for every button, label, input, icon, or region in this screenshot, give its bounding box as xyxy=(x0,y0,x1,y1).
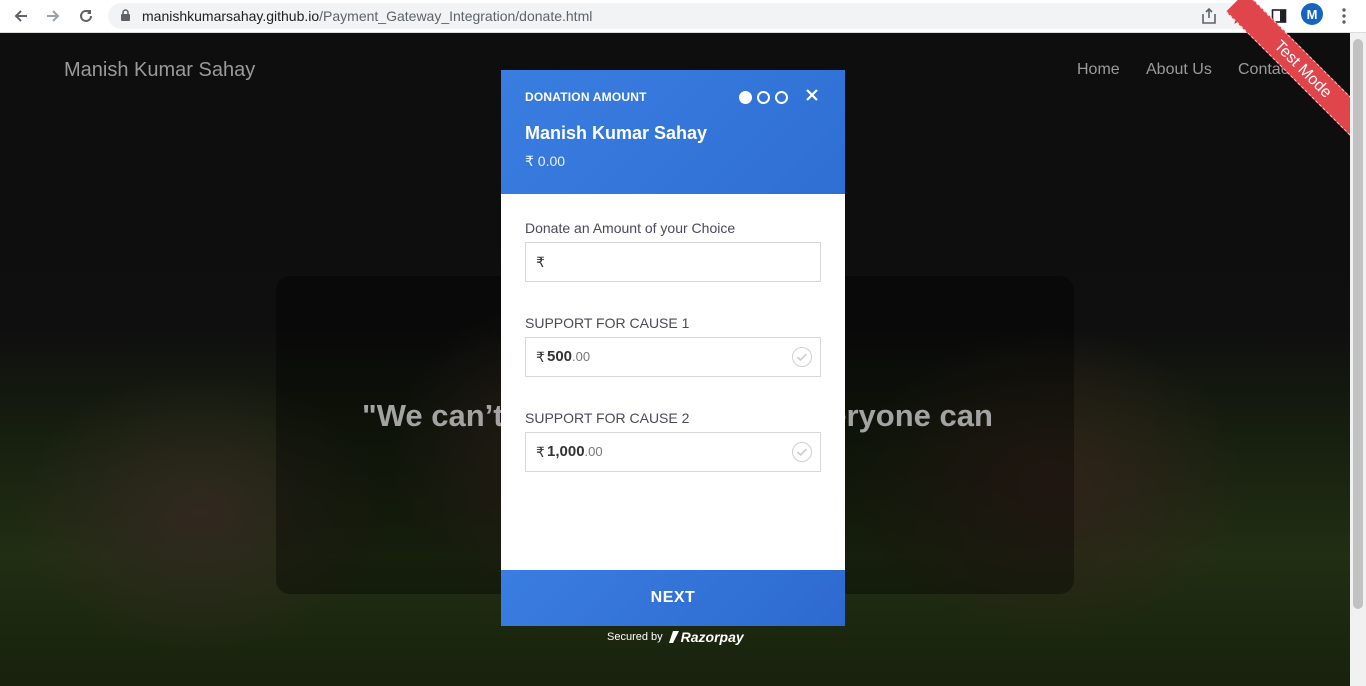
secured-by-text: Secured by xyxy=(607,631,663,643)
cause-1-label: SUPPORT FOR CAUSE 1 xyxy=(525,315,690,331)
step-dot-2 xyxy=(757,91,770,104)
cause-2-label: SUPPORT FOR CAUSE 2 xyxy=(525,410,690,426)
share-icon[interactable] xyxy=(1197,4,1221,28)
cause-2-option[interactable]: ₹ 1,000.00 xyxy=(525,432,821,472)
scroll-thumb[interactable] xyxy=(1353,39,1363,609)
check-icon xyxy=(792,442,812,462)
back-icon[interactable] xyxy=(9,4,33,28)
step-dot-1 xyxy=(739,91,752,104)
step-indicator xyxy=(739,91,788,104)
site-brand[interactable]: Manish Kumar Sahay xyxy=(64,59,255,82)
reload-icon[interactable] xyxy=(74,4,98,28)
secured-by-footer: Secured by Razorpay xyxy=(607,629,744,645)
rupee-symbol: ₹ xyxy=(536,349,545,365)
modal-header: DONATION AMOUNT Manish Kumar Sahay ₹ 0.0… xyxy=(501,70,845,194)
cause-1-option[interactable]: ₹ 500.00 xyxy=(525,337,821,377)
forward-icon[interactable] xyxy=(41,4,65,28)
razorpay-logo-icon xyxy=(668,631,679,643)
cause-2-amount: 1,000.00 xyxy=(547,443,603,460)
profile-avatar[interactable]: M xyxy=(1301,3,1323,25)
page-scrollbar[interactable] xyxy=(1350,33,1366,686)
rupee-symbol: ₹ xyxy=(536,254,545,270)
modal-title: Manish Kumar Sahay xyxy=(525,123,708,143)
nav-home[interactable]: Home xyxy=(1077,61,1120,79)
donation-modal: DONATION AMOUNT Manish Kumar Sahay ₹ 0.0… xyxy=(501,70,845,626)
lock-icon xyxy=(120,9,131,27)
rupee-symbol: ₹ xyxy=(536,444,545,460)
custom-amount-input[interactable] xyxy=(550,243,810,281)
nav-about[interactable]: About Us xyxy=(1146,61,1212,79)
modal-amount: ₹ 0.00 xyxy=(525,153,566,169)
close-icon[interactable] xyxy=(804,87,820,103)
address-bar[interactable]: manishkumarsahay.github.io/Payment_Gatew… xyxy=(108,3,1258,29)
url-text: manishkumarsahay.github.io/Payment_Gatew… xyxy=(142,8,593,24)
check-icon xyxy=(792,347,812,367)
browser-toolbar: manishkumarsahay.github.io/Payment_Gatew… xyxy=(0,0,1366,33)
custom-amount-field[interactable]: ₹ xyxy=(525,242,821,282)
modal-header-label: DONATION AMOUNT xyxy=(525,90,647,104)
menu-icon[interactable] xyxy=(1332,4,1356,28)
next-button[interactable]: NEXT xyxy=(501,570,845,626)
razorpay-logo: Razorpay xyxy=(668,629,744,645)
step-dot-3 xyxy=(775,91,788,104)
custom-amount-label: Donate an Amount of your Choice xyxy=(525,220,736,236)
cause-1-amount: 500.00 xyxy=(547,348,591,365)
